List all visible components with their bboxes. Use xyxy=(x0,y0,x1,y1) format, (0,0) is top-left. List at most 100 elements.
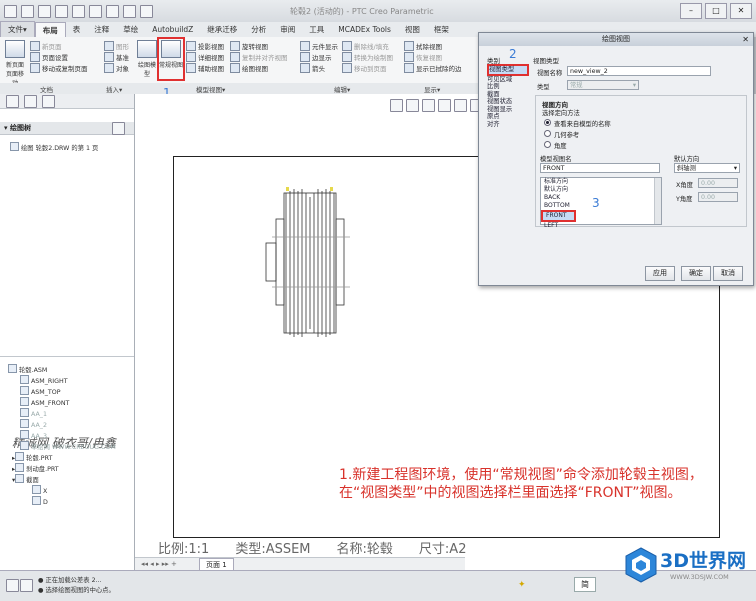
undo-icon[interactable] xyxy=(72,5,85,18)
copy-align-view-button[interactable]: 复制并对齐视图 xyxy=(230,51,288,62)
drawing-view-button[interactable]: 绘图视图 xyxy=(230,62,288,73)
tab-framework[interactable]: 框架 xyxy=(427,22,456,37)
category-origin[interactable]: 原点 xyxy=(487,113,529,121)
model-tree-tab-icon[interactable] xyxy=(6,95,19,108)
group-label-model-views[interactable]: 模型视图▾ xyxy=(196,84,225,94)
category-scale[interactable]: 比例 xyxy=(487,83,529,91)
component-display-button[interactable]: 元件显示 xyxy=(300,40,338,51)
tree-item-creoug[interactable]: 草绘网 WWW.CREOUG.COM xyxy=(8,441,116,452)
tab-view[interactable]: 视图 xyxy=(398,22,427,37)
list-item-front[interactable]: FRONT xyxy=(541,210,576,222)
ok-button[interactable]: 确定 xyxy=(681,266,711,281)
revolved-view-button[interactable]: 旋转视图 xyxy=(230,40,288,51)
page-setup-button[interactable]: 页面设置 xyxy=(30,51,88,62)
tree-item-aa1[interactable]: AA_1 xyxy=(8,408,116,419)
tab-sketch[interactable]: 草绘 xyxy=(116,22,145,37)
cancel-button[interactable]: 取消 xyxy=(713,266,743,281)
open-file-icon[interactable] xyxy=(38,5,51,18)
tab-file[interactable]: 文件▾ xyxy=(0,21,35,38)
dialog-title-bar[interactable]: 绘图视图 ✕ xyxy=(479,33,753,46)
tab-analysis[interactable]: 分析 xyxy=(244,22,273,37)
minimize-button[interactable]: – xyxy=(680,3,702,19)
panel-divider[interactable] xyxy=(0,356,134,363)
new-page-big-button[interactable]: 新页面 页面移动 xyxy=(4,39,26,87)
regenerate-icon[interactable] xyxy=(106,5,119,18)
category-section[interactable]: 截面 xyxy=(487,91,529,99)
tab-annotate[interactable]: 注释 xyxy=(87,22,116,37)
tree-settings-icon[interactable] xyxy=(112,122,125,135)
default-orient-dropdown[interactable]: 斜轴测 ▾ xyxy=(674,163,740,173)
tree-item-section-d[interactable]: D xyxy=(8,496,116,507)
refit-icon[interactable] xyxy=(422,99,435,112)
y-angle-field[interactable]: 0.00 xyxy=(698,192,738,202)
save-icon[interactable] xyxy=(55,5,68,18)
tab-review[interactable]: 审阅 xyxy=(273,22,302,37)
tree-item-asm-front[interactable]: ASM_FRONT xyxy=(8,397,116,408)
display-style-icon[interactable] xyxy=(454,99,467,112)
sheet-item[interactable]: 绘图 轮毂2.DRW 的第 1 页 xyxy=(10,142,98,153)
resume-view-button[interactable]: 恢复视图 xyxy=(404,51,462,62)
model-view-name-field[interactable]: FRONT xyxy=(540,163,660,173)
tree-item-asm[interactable]: 轮毂.ASM xyxy=(8,364,116,375)
auxiliary-view-button[interactable]: 辅助视图 xyxy=(186,62,224,73)
zoom-out-icon[interactable] xyxy=(406,99,419,112)
category-view-type[interactable]: 视图类型 xyxy=(487,64,529,76)
maximize-button[interactable]: □ xyxy=(705,3,727,19)
group-label-edit[interactable]: 编辑▾ xyxy=(334,84,350,94)
drawing-model-button[interactable]: 绘图模型 xyxy=(136,39,158,79)
page-nav-arrows[interactable]: ◂◂ ◂ ▸ ▸▸ + xyxy=(141,560,177,568)
favorites-tab-icon[interactable] xyxy=(42,95,55,108)
radio-model-name[interactable]: 查看来自模型的名称 xyxy=(544,119,611,130)
radio-geometry-ref[interactable]: 几何参考 xyxy=(544,130,611,141)
convert-to-draft-button[interactable]: 转换为绘制图 xyxy=(342,51,393,62)
group-label-insert[interactable]: 插入▾ xyxy=(106,84,122,94)
detailed-view-button[interactable]: 详细视图 xyxy=(186,51,224,62)
category-align[interactable]: 对齐 xyxy=(487,121,529,129)
list-scrollbar[interactable] xyxy=(654,178,661,224)
tab-legacy-migration[interactable]: 继承迁移 xyxy=(200,22,244,37)
dialog-close-icon[interactable]: ✕ xyxy=(742,33,749,46)
view-name-field[interactable]: new_view_2 xyxy=(567,66,711,76)
repaint-icon[interactable] xyxy=(438,99,451,112)
edge-display-button[interactable]: 边显示 xyxy=(300,51,338,62)
general-view-button[interactable]: 常规视图 xyxy=(157,37,185,81)
folder-tab-icon[interactable] xyxy=(24,95,37,108)
tab-autobuildz[interactable]: AutobuildZ xyxy=(145,22,200,37)
zoom-in-icon[interactable] xyxy=(390,99,403,112)
radio-angle[interactable]: 角度 xyxy=(544,141,611,152)
show-erased-edges-button[interactable]: 显示已拭除的边 xyxy=(404,62,462,73)
tab-tools[interactable]: 工具 xyxy=(302,22,331,37)
filter-icon[interactable]: ✦ xyxy=(518,580,526,590)
x-angle-field[interactable]: 0.00 xyxy=(698,178,738,188)
projection-view-button[interactable]: 投影视图 xyxy=(186,40,224,51)
list-item-standard[interactable]: 标准方向 xyxy=(541,178,661,186)
erase-view-button[interactable]: 拭除视图 xyxy=(404,40,462,51)
list-item-back[interactable]: BACK xyxy=(541,194,661,202)
list-item-bottom[interactable]: BOTTOM xyxy=(541,202,661,210)
type-dropdown[interactable]: 常规 ▾ xyxy=(567,80,639,90)
list-item-default[interactable]: 默认方向 xyxy=(541,186,661,194)
new-file-icon[interactable] xyxy=(21,5,34,18)
tree-item-section-x[interactable]: X xyxy=(8,485,116,496)
language-button[interactable]: 简 xyxy=(574,577,596,592)
arrow-button[interactable]: 箭头 xyxy=(300,62,338,73)
tab-table[interactable]: 表 xyxy=(66,22,88,37)
tree-item-asm-top[interactable]: ASM_TOP xyxy=(8,386,116,397)
tab-layout[interactable]: 布局 xyxy=(34,21,66,38)
redo-icon[interactable] xyxy=(89,5,102,18)
group-label-display[interactable]: 显示▾ xyxy=(424,84,440,94)
model-view-list[interactable]: 标准方向 默认方向 BACK BOTTOM FRONT LEFT xyxy=(540,177,662,229)
move-to-page-button[interactable]: 移动到页面 xyxy=(342,62,393,73)
tab-mcadex-tools[interactable]: MCADEx Tools xyxy=(331,22,398,37)
window-icon[interactable] xyxy=(123,5,136,18)
tree-item-section[interactable]: ▾ 截面 xyxy=(8,474,116,485)
status-message-icon[interactable] xyxy=(20,579,33,592)
tree-item-asm-right[interactable]: ASM_RIGHT xyxy=(8,375,116,386)
tree-item-aa2[interactable]: AA_2 xyxy=(8,419,116,430)
graphics-button[interactable]: 图形 xyxy=(104,40,129,51)
close-window-icon[interactable] xyxy=(140,5,153,18)
new-page-button[interactable]: 新页面 xyxy=(30,40,88,51)
list-item-left[interactable]: LEFT xyxy=(541,222,661,230)
apply-button[interactable]: 应用 xyxy=(645,266,675,281)
tree-item-hub-prt[interactable]: ▸ 轮毂.PRT xyxy=(8,452,116,463)
